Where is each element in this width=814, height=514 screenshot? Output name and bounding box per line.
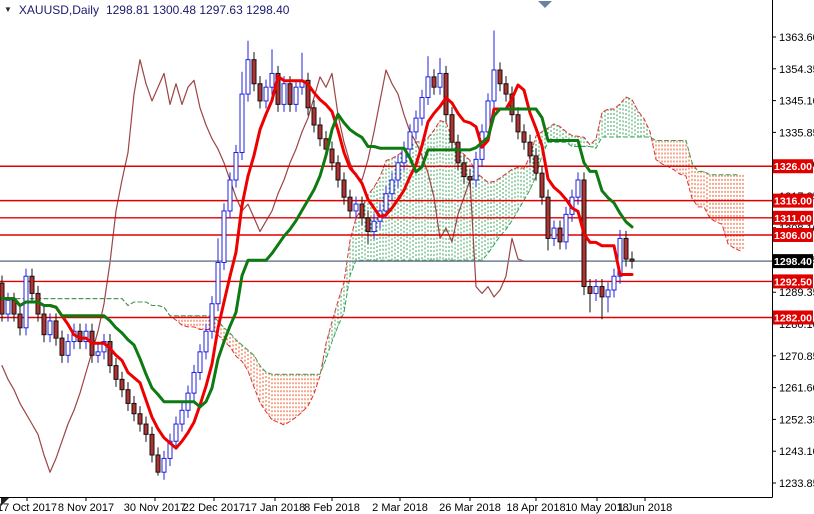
date-tick-label: 17 Jan 2018	[245, 502, 306, 514]
tenkan-sen-line	[0, 74, 634, 450]
price-badge-label: 1292.50	[774, 276, 812, 288]
price-tick-label: 1363.60	[779, 32, 814, 44]
chart-shift-marker-icon[interactable]	[538, 1, 552, 8]
chart-window: 1363.601354.351345.101335.851326.601317.…	[0, 0, 814, 514]
price-tick-label: 1289.35	[779, 287, 814, 299]
chart-title: ▼ XAUUSD,Daily 1298.81 1300.48 1297.63 1…	[4, 3, 289, 17]
date-tick-label: 18 Apr 2018	[506, 502, 565, 514]
date-tick-label: 1 Jun 2018	[618, 502, 672, 514]
price-badge-label: 1282.00	[774, 312, 812, 324]
date-tick-label: 17 Oct 2017	[0, 502, 57, 514]
price-tick-label: 1345.10	[779, 96, 814, 108]
price-tick-label: 1354.35	[779, 64, 814, 76]
symbol-period-label: XAUUSD,Daily	[18, 3, 99, 17]
date-tick-label: 30 Nov 2017	[124, 502, 186, 514]
date-tick-label: 2 Mar 2018	[372, 502, 428, 514]
price-tick-label: 1233.85	[779, 478, 814, 490]
price-badge-label: 1311.00	[774, 213, 812, 225]
price-badge-label: 1298.40	[774, 256, 812, 268]
price-badge-label: 1316.00	[774, 196, 812, 208]
price-tick-label: 1243.10	[779, 446, 814, 458]
date-tick-label: 8 Feb 2018	[304, 502, 360, 514]
date-tick-label: 8 Nov 2017	[58, 502, 114, 514]
price-badges: 1326.00 1316.00 1311.00 1306.00 1292.50 1282.…	[773, 159, 813, 325]
price-tick-label: 1335.85	[779, 127, 814, 139]
date-tick-label: 22 Dec 2017	[183, 502, 245, 514]
price-badge-label: 1326.00	[774, 161, 812, 173]
price-tick-label: 1261.60	[779, 383, 814, 395]
price-tick-label: 1270.85	[779, 351, 814, 363]
price-tick-label: 1252.35	[779, 414, 814, 426]
symbol-dropdown-icon[interactable]: ▼	[4, 6, 12, 14]
date-tick-label: 26 Mar 2018	[439, 502, 501, 514]
price-chart-canvas[interactable]: 1363.601354.351345.101335.851326.601317.…	[0, 0, 814, 514]
price-badge-label: 1306.00	[774, 230, 812, 242]
time-axis[interactable]: 17 Oct 2017 8 Nov 2017 30 Nov 201722 Dec 2…	[0, 498, 672, 514]
ohlc-values: 1298.81 1300.48 1297.63 1298.40	[105, 3, 290, 17]
kijun-sen-line	[0, 107, 634, 409]
